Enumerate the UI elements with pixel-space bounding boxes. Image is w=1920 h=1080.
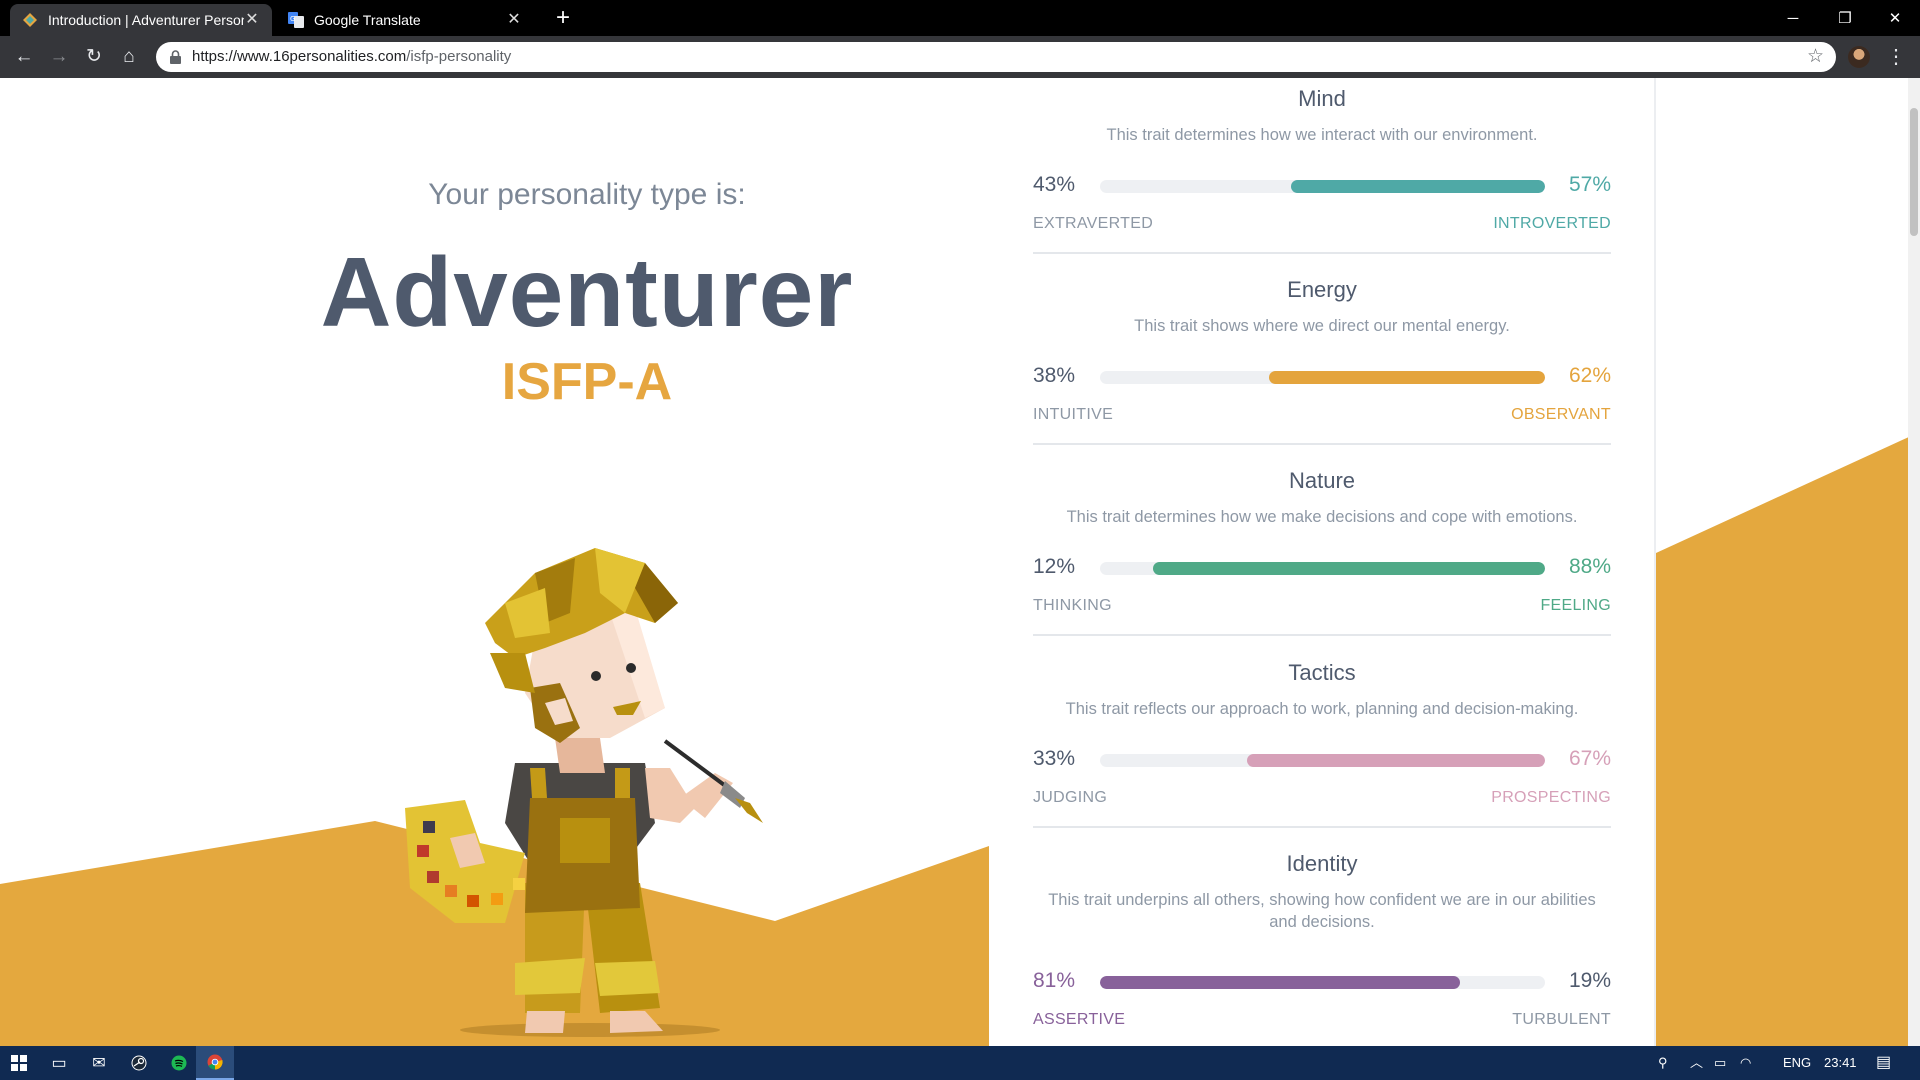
browser-toolbar: ← → ↻ ⌂ https://www.16personalities.com/… [0,36,1920,78]
language-indicator[interactable]: ENG [1783,1046,1811,1080]
trait-tactics: Tactics This trait reflects our approach … [1033,652,1611,842]
browser-menu-icon[interactable]: ⋮ [1886,44,1906,70]
trait-left-label: EXTRAVERTED [1033,215,1154,232]
trait-name: Tactics [1288,660,1356,685]
tab-google-translate[interactable]: G Google Translate ✕ [276,4,534,36]
trait-left-percent: 12% [1033,555,1076,578]
trait-identity: Identity This trait underpins all others,… [1033,843,1611,1033]
trait-bar-fill [1153,562,1545,575]
trait-description: This trait determines how we interact wi… [1106,126,1538,144]
trait-left-label: INTUITIVE [1033,406,1114,423]
trait-left-percent: 81% [1033,969,1076,992]
traits-panel: Mind This trait determines how we interac… [990,78,1656,1046]
trait-right-label: FEELING [1540,597,1611,614]
people-icon[interactable]: ⚲ [1658,1046,1668,1080]
close-tab-icon[interactable]: ✕ [506,12,522,28]
trait-right-percent: 57% [1568,173,1611,196]
trait-right-label: INTROVERTED [1493,215,1611,232]
windows-taskbar: ▭ ✉ ⚲ ︿ ▭ ◠ ENG 23:41 ▤ [0,1046,1920,1080]
trait-right-label: TURBULENT [1512,1011,1611,1028]
spotify-icon[interactable] [160,1046,198,1080]
wifi-icon[interactable]: ◠ [1740,1046,1751,1080]
trait-left-label: JUDGING [1033,789,1108,806]
minimize-icon[interactable]: ─ [1764,0,1822,36]
adventurer-character-illustration [405,548,763,1037]
trait-separator [1033,634,1611,636]
trait-left-percent: 43% [1033,173,1076,196]
16personalities-favicon-icon [22,12,38,28]
steam-icon[interactable] [120,1046,158,1080]
clock[interactable]: 23:41 [1824,1046,1857,1080]
trait-description: This trait shows where we direct our men… [1134,317,1510,335]
battery-icon[interactable]: ▭ [1714,1046,1726,1080]
home-icon[interactable]: ⌂ [115,44,143,70]
page-content: Your personality type is: Adventurer ISF… [0,78,1920,1046]
close-tab-icon[interactable]: ✕ [244,12,260,28]
reload-icon[interactable]: ↻ [80,44,108,70]
trait-name: Energy [1287,277,1357,302]
trait-bar [1100,371,1545,384]
tab-16personalities[interactable]: Introduction | Adventurer Person ✕ [10,4,272,36]
trait-name: Identity [1286,851,1358,876]
profile-avatar[interactable] [1848,46,1870,68]
forward-icon[interactable]: → [45,44,73,70]
trait-bar [1100,180,1545,193]
trait-description: This trait reflects our approach to work… [1065,700,1579,718]
lock-icon [170,50,181,64]
trait-right-percent: 19% [1568,969,1611,992]
trait-bar-fill [1247,754,1545,767]
google-translate-favicon-icon: G [288,12,304,28]
right-background-slope [1656,431,1920,1046]
chrome-icon[interactable] [196,1046,234,1080]
trait-left-label: ASSERTIVE [1033,1011,1126,1028]
action-center-icon[interactable]: ▤ [1876,1046,1891,1080]
trait-description: This trait determines how we make decisi… [1066,508,1578,526]
trait-bar-fill [1269,371,1545,384]
trait-mind: Mind This trait determines how we interac… [1033,78,1611,268]
trait-bar-fill [1100,976,1460,989]
trait-bar [1100,562,1545,575]
trait-bar [1100,754,1545,767]
trait-right-label: OBSERVANT [1511,406,1611,423]
mail-icon[interactable]: ✉ [80,1046,118,1080]
back-icon[interactable]: ← [10,44,38,70]
trait-separator [1033,252,1611,254]
url-path: /isfp-personality [406,48,512,65]
trait-right-percent: 67% [1568,747,1611,770]
trait-left-percent: 33% [1033,747,1076,770]
trait-separator [1033,443,1611,445]
tab-strip: Introduction | Adventurer Person ✕ G Goo… [0,0,1920,36]
trait-right-label: PROSPECTING [1491,789,1611,806]
new-tab-icon[interactable]: + [550,6,576,32]
address-bar[interactable]: https://www.16personalities.com/isfp-per… [156,42,1836,72]
trait-name: Nature [1288,468,1356,493]
trait-left-percent: 38% [1033,364,1076,387]
tab-title: Introduction | Adventurer Person [48,12,244,28]
task-view-icon[interactable]: ▭ [40,1046,78,1080]
trait-description: This trait underpins all others, showing… [1048,891,1596,931]
trait-energy: Energy This trait shows where we direct o… [1033,269,1611,459]
close-window-icon[interactable]: ✕ [1866,0,1920,36]
tab-title: Google Translate [314,12,421,28]
windows-start-icon[interactable] [0,1046,38,1080]
url-text: https://www.16personalities.com/isfp-per… [192,48,511,65]
trait-right-percent: 62% [1568,364,1611,387]
url-host: https://www.16personalities.com [192,48,407,65]
trait-right-percent: 88% [1568,555,1611,578]
page-scrollbar[interactable] [1908,78,1920,1046]
trait-separator [1033,826,1611,828]
svg-text:G: G [290,15,295,23]
hero-section: Your personality type is: Adventurer ISF… [0,78,989,1046]
trait-nature: Nature This trait determines how we make … [1033,460,1611,650]
scrollbar-thumb[interactable] [1910,108,1918,236]
trait-bar-fill [1291,180,1545,193]
tray-overflow-icon[interactable]: ︿ [1690,1046,1703,1080]
trait-bar [1100,976,1545,989]
trait-left-label: THINKING [1033,597,1112,614]
trait-name: Mind [1298,86,1346,111]
bookmark-star-icon[interactable]: ☆ [1807,45,1824,68]
